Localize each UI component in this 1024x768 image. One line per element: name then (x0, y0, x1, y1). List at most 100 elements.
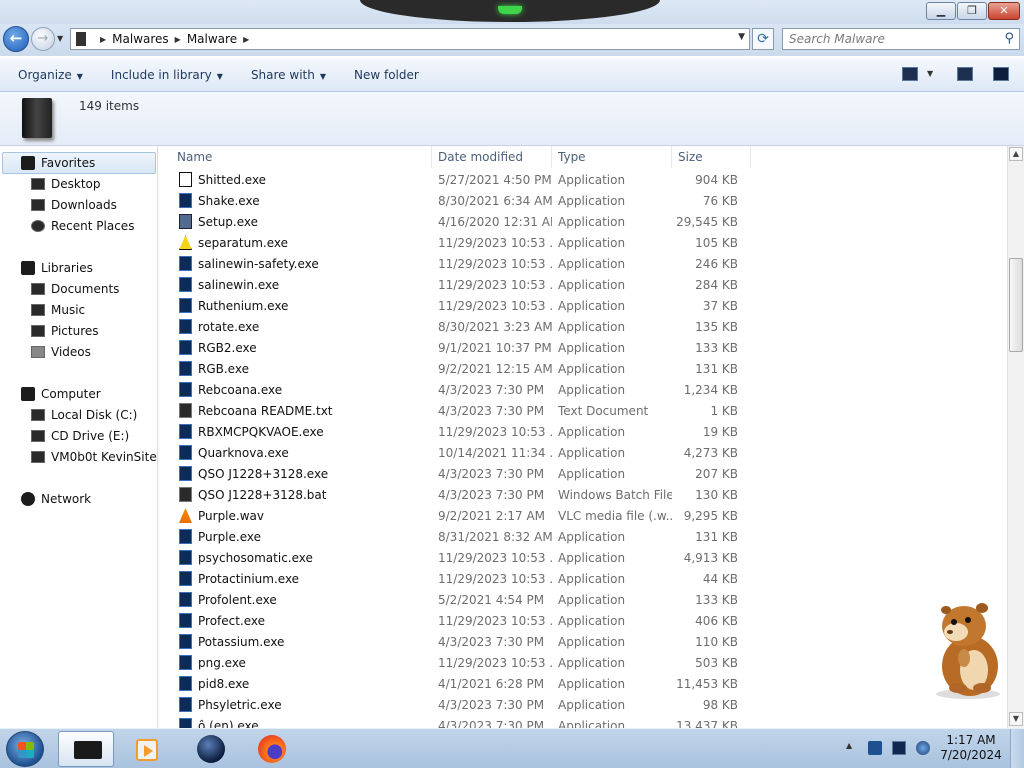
nav-libraries[interactable]: Libraries (0, 258, 93, 278)
title-bar[interactable]: ▁ ❐ ✕ (0, 0, 1024, 24)
nav-item-label: CD Drive (E:) (51, 429, 130, 443)
search-icon[interactable]: ⚲ (1004, 31, 1014, 46)
nav-item-pictures[interactable]: Pictures (0, 321, 99, 341)
minimize-button[interactable]: ▁ (926, 2, 956, 20)
tray-app-icon[interactable] (868, 741, 882, 755)
nav-item-downloads[interactable]: Downloads (0, 195, 117, 215)
column-header-date[interactable]: Date modified (432, 146, 552, 168)
close-button[interactable]: ✕ (988, 2, 1020, 20)
preview-pane-icon[interactable] (957, 67, 973, 81)
hamster-mascot-icon[interactable] (924, 596, 1008, 700)
table-row[interactable]: rotate.exe 8/30/2021 3:23 AM Application 13… (159, 316, 759, 337)
table-row[interactable]: salinewin-safety.exe 11/29/2023 10:53 ...… (159, 253, 759, 274)
nav-computer[interactable]: Computer (0, 384, 101, 404)
view-options-icon[interactable] (902, 67, 918, 81)
breadcrumb-malwares[interactable]: Malwares (112, 32, 169, 46)
table-row[interactable]: Profolent.exe 5/2/2021 4:54 PM Application… (159, 589, 759, 610)
nav-favorites[interactable]: Favorites (0, 153, 95, 173)
table-row[interactable]: RBXMCPQKVAOE.exe 11/29/2023 10:53 ... Appl… (159, 421, 759, 442)
table-row[interactable]: Phsyletric.exe 4/3/2023 7:30 PM Applicatio… (159, 694, 759, 715)
file-type: Application (558, 529, 626, 544)
show-desktop-button[interactable] (1010, 729, 1024, 768)
breadcrumb-separator-icon[interactable]: ▶ (100, 35, 106, 44)
address-dropdown-icon[interactable]: ▼ (738, 32, 745, 42)
nav-computer-label: Computer (41, 387, 101, 401)
table-row[interactable]: Profect.exe 11/29/2023 10:53 ... Applicati… (159, 610, 759, 631)
table-row[interactable]: ô (en).exe 4/3/2023 7:30 PM Application 13,… (159, 715, 759, 728)
table-row[interactable]: Shake.exe 8/30/2021 6:34 AM Application 76 … (159, 190, 759, 211)
nav-item-cd-drive[interactable]: CD Drive (E:) (0, 426, 129, 446)
vertical-scrollbar[interactable]: ▲ ▼ (1007, 146, 1024, 728)
pictures-icon (31, 325, 45, 337)
green-light-icon (498, 6, 522, 14)
include-in-library-button[interactable]: Include in library ▼ (111, 68, 223, 82)
nav-network[interactable]: Network (0, 489, 91, 509)
taskbar-media-player-button[interactable] (118, 731, 174, 767)
table-row[interactable]: png.exe 11/29/2023 10:53 ... Application 50… (159, 652, 759, 673)
table-row[interactable]: Purple.exe 8/31/2021 8:32 AM Application 13… (159, 526, 759, 547)
forward-button[interactable]: → (31, 27, 55, 51)
nav-item-desktop[interactable]: Desktop (0, 174, 101, 194)
breadcrumb-separator-icon[interactable]: ▶ (243, 35, 249, 44)
file-name-cell: separatum.exe (159, 235, 432, 250)
taskbar-firefox-button[interactable] (243, 731, 299, 767)
table-row[interactable]: Purple.wav 9/2/2021 2:17 AM VLC media file… (159, 505, 759, 526)
nav-item-videos[interactable]: Videos (0, 342, 91, 362)
file-type: Application (558, 445, 626, 460)
table-row[interactable]: psychosomatic.exe 11/29/2023 10:53 ... App… (159, 547, 759, 568)
chevron-down-icon[interactable]: ▼ (927, 69, 933, 78)
folder-icon (76, 32, 86, 46)
table-row[interactable]: Shitted.exe 5/27/2021 4:50 PM Application 9… (159, 169, 759, 190)
file-name: Setup.exe (198, 214, 259, 229)
nav-item-recent-places[interactable]: Recent Places (0, 216, 134, 236)
maximize-button[interactable]: ❐ (957, 2, 987, 20)
nav-item-local-disk[interactable]: Local Disk (C:) (0, 405, 137, 425)
search-input[interactable]: Search Malware ⚲ (782, 28, 1020, 50)
nav-item-documents[interactable]: Documents (0, 279, 119, 299)
new-folder-button[interactable]: New folder (354, 68, 419, 82)
taskbar-clock[interactable]: 1:17 AM 7/20/2024 (938, 733, 1004, 763)
refresh-button[interactable]: ⟳ (752, 28, 774, 50)
table-row[interactable]: Rebcoana README.txt 4/3/2023 7:30 PM Text … (159, 400, 759, 421)
table-row[interactable]: Protactinium.exe 11/29/2023 10:53 ... Appl… (159, 568, 759, 589)
share-with-button[interactable]: Share with ▼ (251, 68, 326, 82)
network-status-icon[interactable] (892, 741, 906, 755)
scroll-up-icon[interactable]: ▲ (1009, 147, 1023, 161)
table-row[interactable]: Setup.exe 4/16/2020 12:31 AM Application 29… (159, 211, 759, 232)
taskbar-internet-explorer-button[interactable] (182, 731, 238, 767)
file-list[interactable]: Name Date modified Type Size Shitted.exe… (159, 146, 1007, 728)
table-row[interactable]: Quarknova.exe 10/14/2021 11:34 ... Applica… (159, 442, 759, 463)
table-row[interactable]: salinewin.exe 11/29/2023 10:53 ... Applica… (159, 274, 759, 295)
nav-item-network-share[interactable]: VM0b0t KevinSite (0, 447, 157, 467)
help-icon[interactable] (993, 67, 1009, 81)
scroll-down-icon[interactable]: ▼ (1009, 712, 1023, 726)
volume-icon[interactable] (916, 741, 930, 755)
nav-item-music[interactable]: Music (0, 300, 85, 320)
table-row[interactable]: RGB.exe 9/2/2021 12:15 AM Application 131 K… (159, 358, 759, 379)
column-header-size[interactable]: Size (672, 146, 751, 168)
table-row[interactable]: Potassium.exe 4/3/2023 7:30 PM Application… (159, 631, 759, 652)
cd-drive-icon (31, 430, 45, 442)
table-row[interactable]: separatum.exe 11/29/2023 10:53 ... Applica… (159, 232, 759, 253)
history-dropdown-icon[interactable]: ▼ (57, 34, 63, 43)
table-row[interactable]: Ruthenium.exe 11/29/2023 10:53 ... Applica… (159, 295, 759, 316)
table-row[interactable]: QSO J1228+3128.exe 4/3/2023 7:30 PM Applic… (159, 463, 759, 484)
back-button[interactable]: ← (3, 26, 29, 52)
table-row[interactable]: RGB2.exe 9/1/2021 10:37 PM Application 133 … (159, 337, 759, 358)
file-name: Rebcoana.exe (198, 382, 283, 397)
breadcrumb-separator-icon[interactable]: ▶ (175, 35, 181, 44)
clock-time: 1:17 AM (946, 733, 996, 747)
scrollbar-thumb[interactable] (1009, 258, 1023, 352)
start-button[interactable] (6, 731, 44, 767)
warning-app-icon (179, 235, 192, 250)
table-row[interactable]: Rebcoana.exe 4/3/2023 7:30 PM Application 1… (159, 379, 759, 400)
column-header-name[interactable]: Name (159, 146, 432, 168)
table-row[interactable]: pid8.exe 4/1/2021 6:28 PM Application 11,45… (159, 673, 759, 694)
table-row[interactable]: QSO J1228+3128.bat 4/3/2023 7:30 PM Window… (159, 484, 759, 505)
column-header-type[interactable]: Type (552, 146, 672, 168)
organize-button[interactable]: Organize ▼ (18, 68, 83, 82)
taskbar-explorer-button[interactable] (58, 731, 114, 767)
address-bar[interactable]: ▶ Malwares ▶ Malware ▶ ▼ (70, 28, 750, 50)
show-hidden-icons-icon[interactable]: ▲ (846, 741, 852, 750)
breadcrumb-malware[interactable]: Malware (187, 32, 237, 46)
